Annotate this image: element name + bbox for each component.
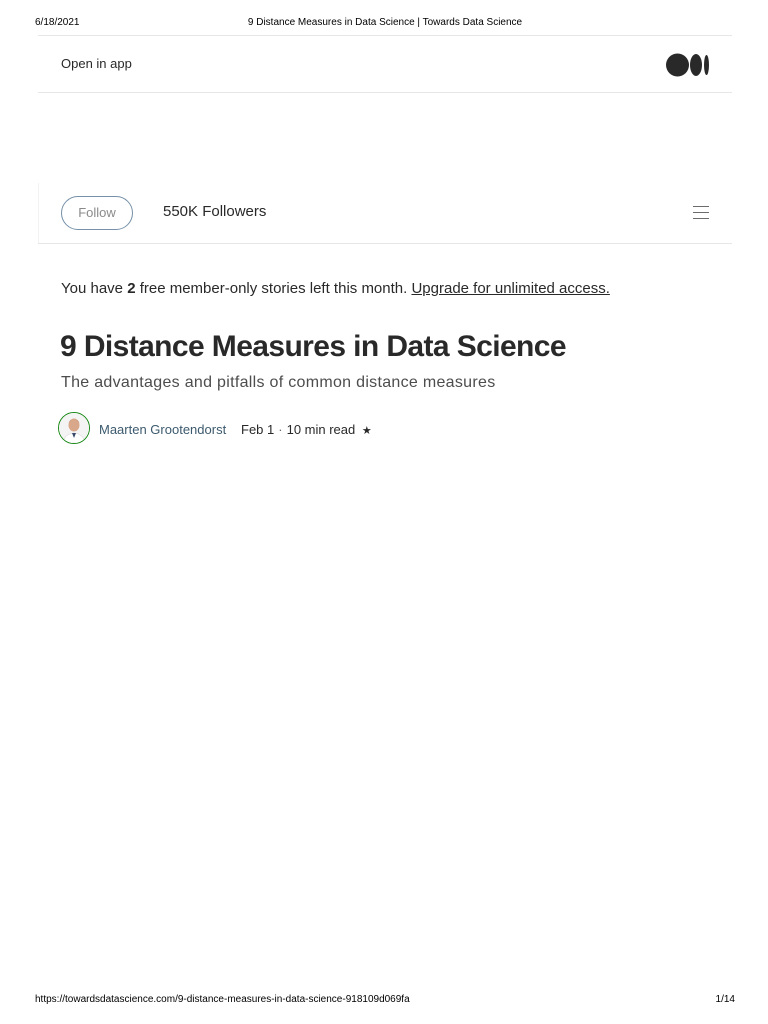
author-photo-icon bbox=[59, 413, 89, 443]
print-page-number: 1/14 bbox=[715, 994, 735, 1005]
author-byline: Maarten Grootendorst Feb 1 · 10 min read ★ bbox=[58, 412, 458, 446]
hamburger-menu-icon[interactable] bbox=[693, 206, 709, 220]
divider bbox=[38, 183, 39, 243]
print-footer: https://towardsdatascience.com/9-distanc… bbox=[35, 994, 735, 1008]
publication-bar: Follow 550K Followers bbox=[38, 183, 732, 244]
member-star-icon: ★ bbox=[361, 425, 372, 437]
article-title: 9 Distance Measures in Data Science bbox=[60, 330, 567, 363]
print-document-title: 9 Distance Measures in Data Science | To… bbox=[247, 17, 523, 28]
author-avatar[interactable] bbox=[58, 412, 90, 444]
print-url: https://towardsdatascience.com/9-distanc… bbox=[35, 994, 410, 1005]
print-header: 6/18/2021 9 Distance Measures in Data Sc… bbox=[35, 17, 735, 31]
meta-separator: · bbox=[278, 422, 283, 437]
top-navigation-bar: Open in app bbox=[38, 35, 732, 93]
article-subtitle: The advantages and pitfalls of common di… bbox=[61, 374, 496, 391]
open-in-app-link[interactable]: Open in app bbox=[61, 56, 132, 71]
upgrade-link[interactable]: Upgrade for unlimited access. bbox=[411, 280, 609, 297]
publish-date: Feb 1 bbox=[241, 422, 275, 437]
notice-prefix: You have bbox=[61, 280, 128, 297]
author-name-link[interactable]: Maarten Grootendorst bbox=[99, 422, 226, 437]
medium-logo-icon[interactable] bbox=[666, 53, 710, 77]
free-stories-count: 2 bbox=[127, 280, 136, 297]
member-stories-notice: You have 2 free member-only stories left… bbox=[61, 280, 610, 297]
post-meta: Feb 1 · 10 min read ★ bbox=[241, 422, 372, 437]
followers-count: 550K Followers bbox=[163, 203, 267, 220]
read-time: 10 min read bbox=[286, 422, 356, 437]
follow-button[interactable]: Follow bbox=[61, 196, 133, 230]
notice-suffix: free member-only stories left this month… bbox=[135, 280, 408, 297]
